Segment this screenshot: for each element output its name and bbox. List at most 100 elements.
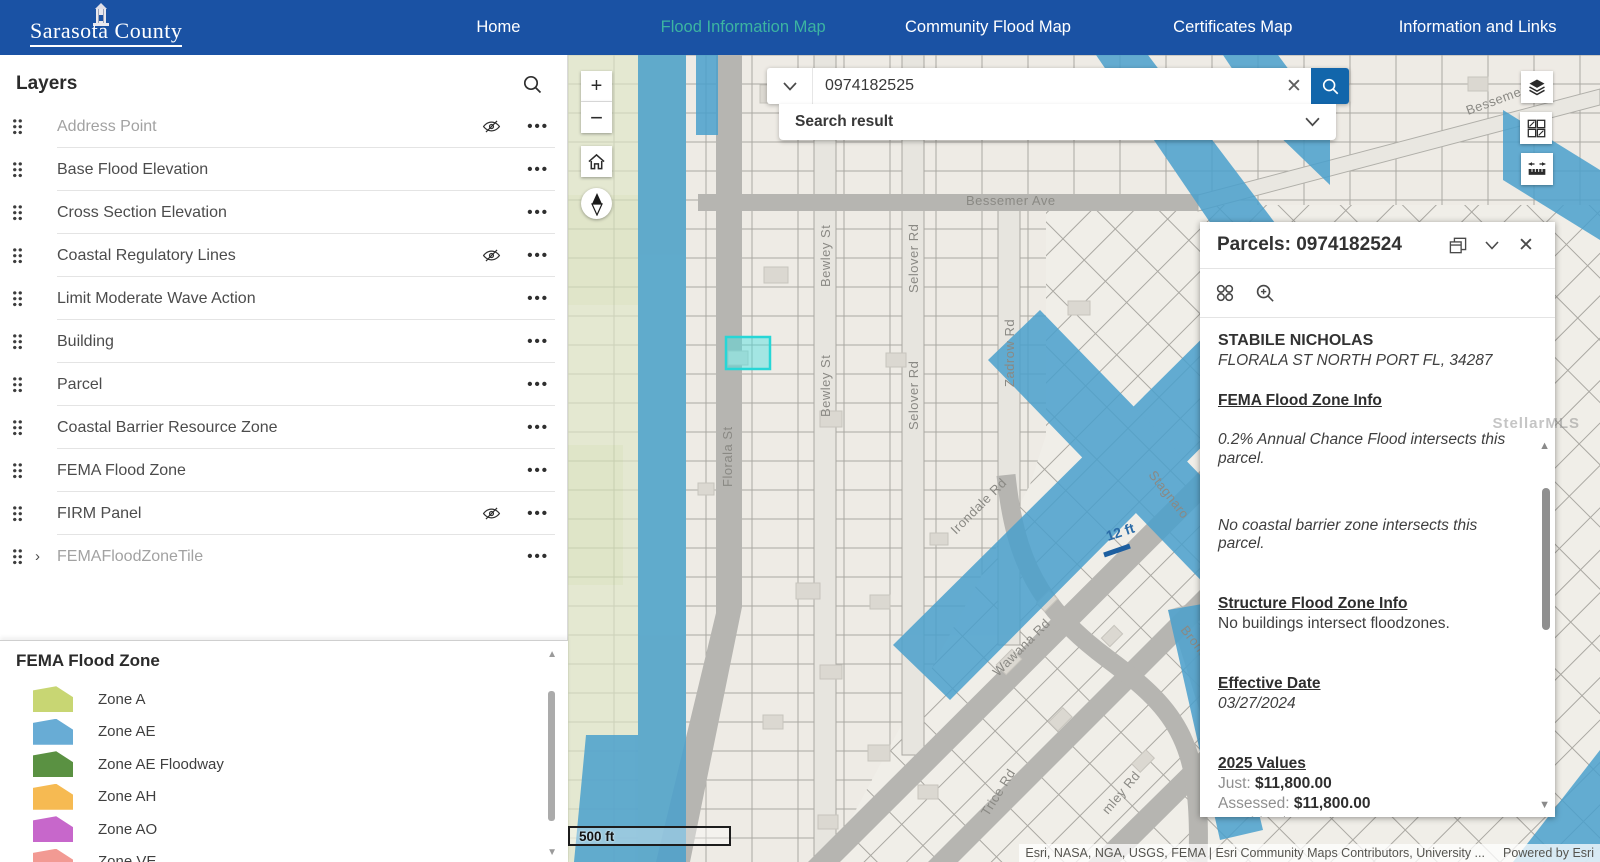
layer-row-coastal-regulatory-lines[interactable]: Coastal Regulatory Lines •••	[0, 234, 567, 277]
drag-handle-icon[interactable]	[12, 376, 23, 393]
layer-row-coastal-barrier-resource-zone[interactable]: Coastal Barrier Resource Zone •••	[0, 406, 567, 449]
visibility-hidden-icon[interactable]	[482, 118, 501, 135]
layer-row-building[interactable]: Building •••	[0, 320, 567, 363]
layers-icon	[1527, 77, 1547, 97]
layer-options-button[interactable]: •••	[523, 247, 549, 264]
sarasota-county-logo[interactable]: Sarasota County	[16, 0, 216, 55]
visibility-hidden-icon[interactable]	[482, 505, 501, 522]
layer-options-button[interactable]: •••	[523, 548, 549, 565]
home-icon	[587, 153, 606, 171]
value-amount: $11,800	[1280, 815, 1335, 817]
basemap-gallery-button[interactable]	[1520, 112, 1552, 144]
home-extent-button[interactable]	[581, 146, 612, 177]
nav-item-home[interactable]: Home	[376, 0, 621, 55]
layer-row-base-flood-elevation[interactable]: Base Flood Elevation •••	[0, 148, 567, 191]
parcel-address: FLORALA ST NORTH PORT FL, 34287	[1218, 352, 1525, 370]
compass-button[interactable]	[581, 188, 612, 219]
street-label: Selover Rd	[906, 361, 921, 430]
search-clear-icon[interactable]: ✕	[1277, 75, 1311, 98]
popup-title: Parcels: 0974182524	[1217, 234, 1441, 256]
zoom-to-feature-icon[interactable]	[1255, 283, 1276, 304]
drag-handle-icon[interactable]	[12, 161, 23, 178]
layer-label: Building	[57, 333, 523, 351]
legend-panel: FEMA Flood Zone Zone A Zone AE Zone AE F…	[0, 640, 568, 862]
popup-scroll-up-icon[interactable]: ▲	[1539, 440, 1550, 452]
drag-handle-icon[interactable]	[12, 548, 23, 565]
layer-row-address-point[interactable]: Address Point •••	[0, 105, 567, 148]
layer-options-button[interactable]: •••	[523, 204, 549, 221]
nav-item-certificates-map[interactable]: Certificates Map	[1110, 0, 1355, 55]
collapse-popup-button[interactable]	[1475, 241, 1509, 250]
search-source-dropdown[interactable]	[767, 68, 813, 104]
search-input[interactable]	[813, 77, 1277, 95]
drag-handle-icon[interactable]	[12, 118, 23, 135]
chevron-down-icon[interactable]	[1305, 117, 1320, 127]
popup-scroll-down-icon[interactable]: ▼	[1539, 799, 1550, 811]
layer-options-button[interactable]: •••	[523, 161, 549, 178]
popup-scrollbar-thumb[interactable]	[1542, 488, 1550, 630]
popup-content[interactable]: STABILE NICHOLAS FLORALA ST NORTH PORT F…	[1200, 318, 1555, 817]
nav-item-community-flood-map[interactable]: Community Flood Map	[866, 0, 1111, 55]
fema-flood-zone-info-link[interactable]: FEMA Flood Zone Info	[1218, 392, 1525, 410]
drag-handle-icon[interactable]	[12, 505, 23, 522]
layer-row-cross-section-elevation[interactable]: Cross Section Elevation •••	[0, 191, 567, 234]
legend-swatch	[33, 751, 73, 777]
top-navigation-bar: Sarasota County Home Flood Information M…	[0, 0, 1600, 55]
layer-search-icon[interactable]	[522, 74, 543, 95]
legend-item-zone-ah: Zone AH	[16, 781, 568, 814]
layer-row-fema-flood-zone[interactable]: FEMA Flood Zone •••	[0, 449, 567, 492]
scale-label: 500 ft	[579, 829, 614, 844]
effective-date-header: Effective Date	[1218, 675, 1525, 693]
chevron-down-icon	[1485, 241, 1499, 250]
layer-options-button[interactable]: •••	[523, 462, 549, 479]
drag-handle-icon[interactable]	[12, 290, 23, 307]
nav-item-information-and-links[interactable]: Information and Links	[1355, 0, 1600, 55]
zoom-in-button[interactable]: +	[581, 71, 612, 102]
legend-scrollbar-thumb[interactable]	[548, 691, 555, 821]
map-canvas[interactable]: Bessemer Ave Bessemer Florala St Bewley …	[568, 55, 1600, 862]
layer-label: Address Point	[57, 118, 482, 136]
dock-popup-button[interactable]	[1441, 237, 1475, 254]
layer-row-femafloodzonetile[interactable]: › FEMAFloodZoneTile •••	[0, 535, 567, 578]
layer-label: Cross Section Elevation	[57, 204, 523, 222]
search-result-label: Search result	[795, 113, 893, 131]
layer-options-button[interactable]: •••	[523, 419, 549, 436]
layer-options-button[interactable]: •••	[523, 376, 549, 393]
layer-options-button[interactable]: •••	[523, 333, 549, 350]
expand-chevron-icon[interactable]: ›	[35, 548, 47, 565]
legend-swatch	[33, 719, 73, 745]
layer-row-limit-moderate-wave-action[interactable]: Limit Moderate Wave Action •••	[0, 277, 567, 320]
layer-options-button[interactable]: •••	[523, 290, 549, 307]
legend-item-zone-ao: Zone AO	[16, 813, 568, 846]
measure-button[interactable]	[1521, 153, 1553, 185]
measure-icon	[1527, 160, 1547, 178]
layer-options-button[interactable]: •••	[523, 118, 549, 135]
search-submit-button[interactable]	[1311, 68, 1349, 104]
drag-handle-icon[interactable]	[12, 462, 23, 479]
legend-scroll-up-icon[interactable]: ▲	[547, 649, 557, 660]
close-popup-button[interactable]: ✕	[1509, 234, 1543, 257]
nav-item-flood-information-map[interactable]: Flood Information Map	[621, 0, 866, 55]
visibility-hidden-icon[interactable]	[482, 247, 501, 264]
legend-swatch	[33, 816, 73, 842]
fema-info-line: 0.2% Annual Chance Flood intersects this…	[1218, 430, 1525, 469]
parcel-owner: STABILE NICHOLAS	[1218, 332, 1525, 350]
drag-handle-icon[interactable]	[12, 247, 23, 264]
street-label: Florala St	[720, 426, 735, 487]
drag-handle-icon[interactable]	[12, 419, 23, 436]
layer-row-parcel[interactable]: Parcel •••	[0, 363, 567, 406]
drag-handle-icon[interactable]	[12, 333, 23, 350]
zoom-out-button[interactable]: −	[581, 102, 612, 133]
value-row-assessed: Assessed: $11,800.00	[1218, 795, 1525, 813]
layer-row-firm-panel[interactable]: FIRM Panel •••	[0, 492, 567, 535]
legend-scroll-down-icon[interactable]: ▼	[547, 847, 557, 858]
drag-handle-icon[interactable]	[12, 204, 23, 221]
related-records-icon[interactable]	[1215, 283, 1235, 303]
street-label: Zadrow Rd	[1002, 319, 1017, 387]
legend-item-zone-ae-floodway: Zone AE Floodway	[16, 748, 568, 781]
value-row-just: Just: $11,800.00	[1218, 775, 1525, 793]
parcel-search-bar: ✕	[767, 68, 1349, 104]
search-result-row[interactable]: Search result	[779, 104, 1336, 140]
layer-options-button[interactable]: •••	[523, 505, 549, 522]
layer-list-button[interactable]	[1521, 71, 1553, 103]
